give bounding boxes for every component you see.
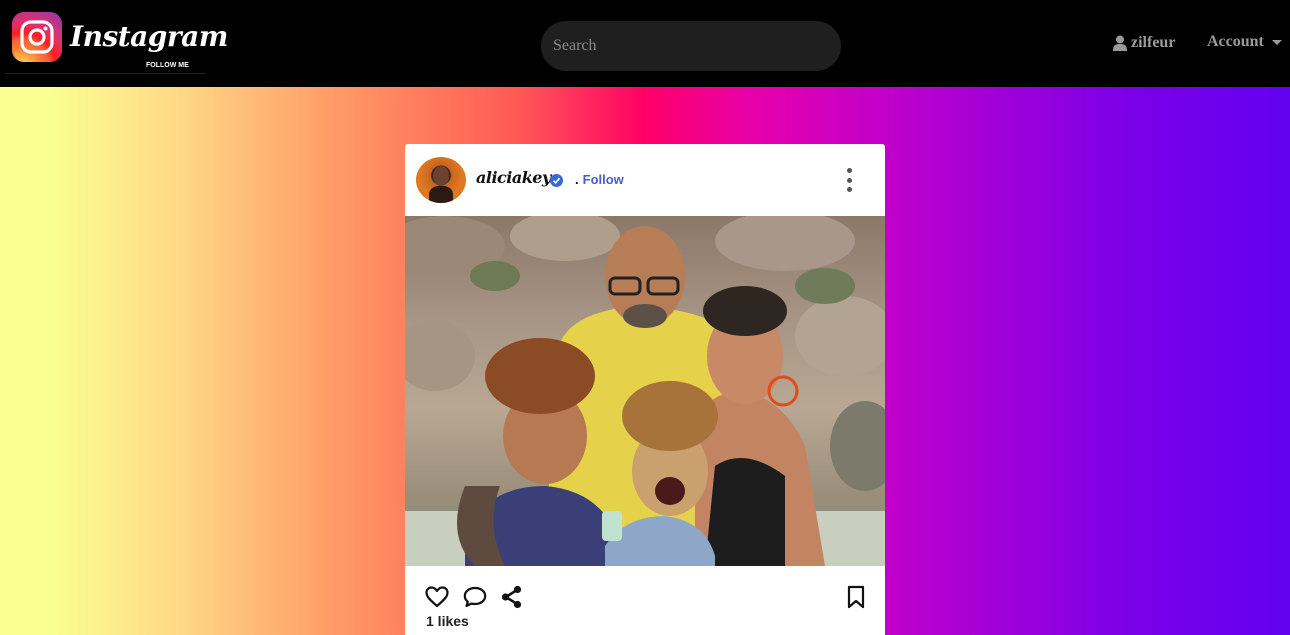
avatar[interactable] xyxy=(416,157,466,203)
post-image[interactable] xyxy=(405,216,885,566)
account-label: Account xyxy=(1207,33,1264,50)
share-icon[interactable] xyxy=(501,585,523,609)
post-card: aliciakeys . Follow 1 likes xyxy=(405,144,885,635)
bookmark-icon[interactable] xyxy=(846,585,866,609)
account-dropdown[interactable]: Account xyxy=(1207,31,1282,53)
comment-icon[interactable] xyxy=(463,586,487,608)
logo-text: Instagram xyxy=(70,20,228,53)
user-profile-link[interactable]: zilfeur xyxy=(1113,32,1175,54)
brand-logo[interactable]: Instagram FOLLOW ME xyxy=(6,6,228,74)
post-username[interactable]: aliciakeys xyxy=(476,168,560,187)
more-vertical-icon[interactable] xyxy=(844,168,854,192)
top-navbar: Instagram FOLLOW ME zilfeur Account xyxy=(0,0,1290,87)
follow-button[interactable]: . Follow xyxy=(575,172,624,187)
likes-count: 1 likes xyxy=(426,613,469,629)
heart-icon[interactable] xyxy=(425,586,449,608)
username-label: zilfeur xyxy=(1131,34,1176,51)
search-input[interactable] xyxy=(541,21,841,71)
separator-dot: . xyxy=(575,172,579,187)
verified-badge-icon xyxy=(550,174,563,187)
caret-down-icon xyxy=(1271,39,1282,45)
post-actions xyxy=(425,584,523,610)
instagram-icon xyxy=(12,12,62,62)
follow-label: Follow xyxy=(582,172,624,187)
user-icon xyxy=(1113,35,1127,51)
logo-subtext: FOLLOW ME xyxy=(146,62,189,69)
